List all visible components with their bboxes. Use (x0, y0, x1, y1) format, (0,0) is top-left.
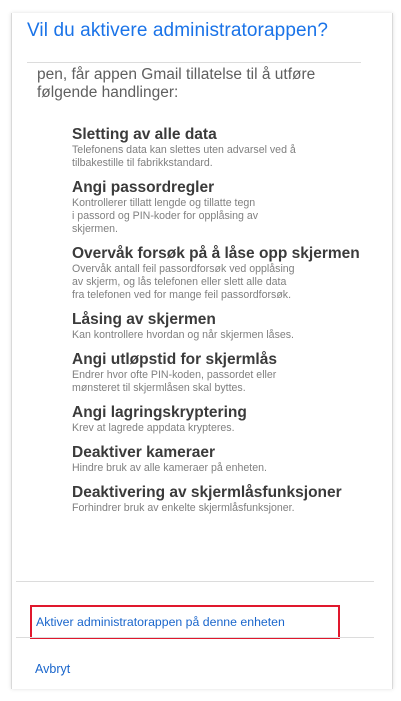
actions-divider (16, 581, 374, 582)
permission-description: Krev at lagrede appdata krypteres. (72, 422, 235, 434)
permission-title: Angi utløpstid for skjermlås (72, 351, 277, 368)
activate-admin-app-button[interactable]: Aktiver administratorappen på denne enhe… (30, 605, 340, 639)
cancel-button[interactable]: Avbryt (35, 662, 70, 676)
permission-item: Angi lagringskryptering Krev at lagrede … (72, 404, 372, 435)
permission-description: Kontrollerer tillatt lengde og tillatte … (72, 197, 256, 209)
permission-item: Deaktiver kameraer Hindre bruk av alle k… (72, 444, 372, 475)
dialog-title: Vil du aktivere administratorappen? (27, 20, 328, 41)
intro-text: pen, får appen Gmail tillatelse til å ut… (37, 66, 316, 101)
permission-title: Sletting av alle data (72, 126, 217, 143)
title-divider (27, 62, 361, 63)
permission-description: i passord og PIN-koder for opplåsing av (72, 210, 259, 222)
permission-item: Låsing av skjermen Kan kontrollere hvord… (72, 311, 372, 342)
permission-item: Angi passordregler Kontrollerer tillatt … (72, 179, 372, 236)
permission-description: Forhindrer bruk av enkelte skjermlåsfunk… (72, 502, 295, 514)
permission-description: Overvåk antall feil passordforsøk ved op… (72, 263, 295, 275)
permission-description: Telefonens data kan slettes uten advarse… (72, 144, 296, 156)
cancel-divider (16, 637, 374, 638)
permission-title: Deaktivering av skjermlåsfunksjoner (72, 484, 342, 501)
permission-description: Endrer hvor ofte PIN-koden, passordet el… (72, 369, 277, 381)
permission-title: Angi passordregler (72, 179, 215, 196)
permission-title: Angi lagringskryptering (72, 404, 247, 421)
permission-list: Sletting av alle data Telefonens data ka… (72, 126, 372, 524)
permission-description: Hindre bruk av alle kameraer på enheten. (72, 462, 267, 474)
permission-item: Sletting av alle data Telefonens data ka… (72, 126, 372, 170)
permission-title: Deaktiver kameraer (72, 444, 216, 461)
permission-item: Overvåk forsøk på å låse opp skjermen Ov… (72, 245, 372, 302)
permission-description: skjermen. (72, 223, 118, 235)
permission-item: Deaktivering av skjermlåsfunksjoner Forh… (72, 484, 372, 515)
permission-description: fra telefonen ved for mange feil passord… (72, 289, 292, 301)
permission-description: av skjerm, og lås telefonen eller slett … (72, 276, 287, 288)
permission-description: tilbakestille til fabrikkstandard. (72, 157, 213, 169)
permission-description: mønsteret til skjermlåsen skal byttes. (72, 382, 246, 394)
permission-description: Kan kontrollere hvordan og når skjermen … (72, 329, 294, 341)
permission-item: Angi utløpstid for skjermlås Endrer hvor… (72, 351, 372, 395)
permission-title: Overvåk forsøk på å låse opp skjermen (72, 245, 360, 262)
permission-title: Låsing av skjermen (72, 311, 216, 328)
